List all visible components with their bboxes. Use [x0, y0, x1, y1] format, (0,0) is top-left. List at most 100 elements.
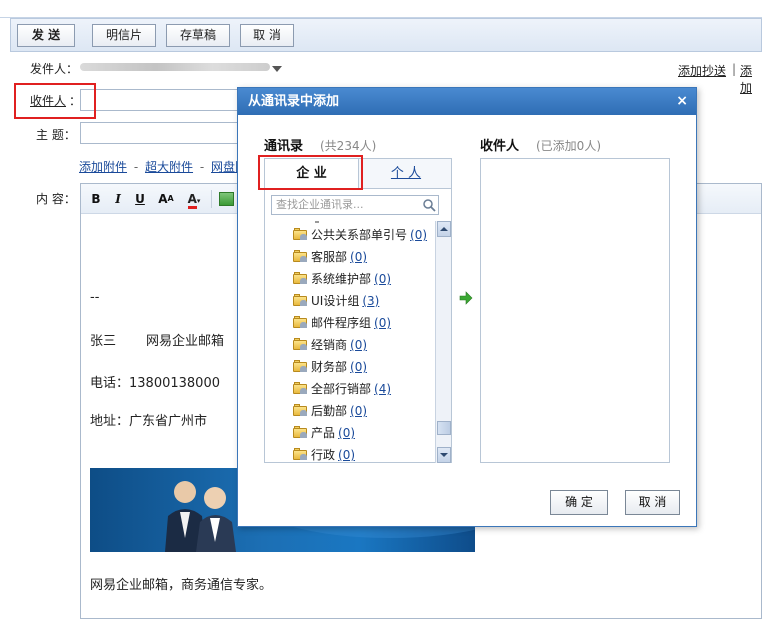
group-item[interactable]: 系统维护部 (0) [293, 269, 391, 289]
link-separator: | [732, 62, 737, 76]
group-count-link[interactable]: (0) [374, 316, 391, 330]
group-item[interactable]: 行政 (0) [293, 445, 355, 463]
group-folder-icon [293, 294, 307, 306]
recipients-list[interactable] [480, 158, 670, 463]
compose-toolbar: 发 送 明信片 存草稿 取 消 [10, 18, 762, 52]
group-folder-icon [293, 426, 307, 438]
signature-slogan: 网易企业邮箱，商务通信专家。 [90, 578, 273, 593]
subject-input[interactable] [80, 122, 240, 144]
group-count-link[interactable]: (0) [338, 448, 355, 462]
group-name: 全部行销部 [311, 382, 372, 396]
italic-button[interactable]: I [109, 191, 127, 207]
link-dash: - [199, 160, 205, 174]
subject-label: 主 题： [36, 128, 76, 142]
group-item[interactable]: 经销商 (0) [293, 335, 367, 355]
enterprise-tab-highlight-box [258, 155, 363, 190]
send-button[interactable]: 发 送 [17, 24, 75, 47]
contacts-count: (共234人) [320, 139, 377, 153]
group-name: 行政 [311, 448, 336, 462]
group-folder-icon [293, 316, 307, 328]
scroll-down-icon[interactable] [437, 447, 451, 463]
group-folder-icon [293, 250, 307, 262]
group-name: 公共关系部单引号 [311, 228, 408, 242]
group-folder-icon [293, 382, 307, 394]
toolbar-divider [211, 190, 212, 208]
large-attachment-link[interactable]: 超大附件 [145, 160, 193, 174]
bold-button[interactable]: B [87, 191, 105, 207]
signature-address: 地址：广东省广州市 [90, 414, 208, 429]
search-input[interactable]: 查找企业通讯录... [271, 195, 439, 215]
group-folder-icon [293, 228, 307, 240]
contacts-panel: 企 业 个 人 查找企业通讯录... 公共关系部单引号 (0) 客服部 (0) 系统维护… [264, 158, 452, 463]
top-strip [0, 0, 762, 18]
group-count-link[interactable]: (0) [410, 228, 427, 242]
scroll-thumb[interactable] [437, 421, 451, 435]
group-folder-icon [293, 448, 307, 460]
signature-dashes: -- [90, 290, 100, 305]
group-name: 财务部 [311, 360, 348, 374]
group-name: 邮件程序组 [311, 316, 372, 330]
signature-name: 张三 [90, 334, 117, 349]
dialog-title: 从通讯录中添加 [238, 88, 696, 115]
underline-button[interactable]: U [131, 191, 149, 207]
group-count-link[interactable]: (3) [362, 294, 379, 308]
group-name: 客服部 [311, 250, 348, 264]
group-item[interactable]: 公共关系部单引号 (0) [293, 225, 427, 245]
group-count-link[interactable]: (0) [338, 426, 355, 440]
sender-dropdown-icon[interactable] [272, 66, 282, 72]
add-more-link[interactable]: 添加 [740, 62, 762, 96]
recipients-title: 收件人 [480, 139, 520, 154]
tab-personal[interactable]: 个 人 [359, 159, 453, 189]
sender-label: 发件人： [30, 62, 79, 76]
tree-line [315, 221, 319, 223]
add-cc-link[interactable]: 添加抄送 [678, 62, 726, 79]
sender-address-blurred[interactable] [80, 63, 270, 71]
group-item[interactable]: 邮件程序组 (0) [293, 313, 391, 333]
group-name: 系统维护部 [311, 272, 372, 286]
recipient-input[interactable] [80, 89, 240, 111]
group-item[interactable]: 客服部 (0) [293, 247, 367, 267]
search-placeholder: 查找企业通讯录... [276, 198, 364, 211]
group-folder-icon [293, 360, 307, 372]
add-arrow-icon[interactable] [459, 291, 473, 305]
confirm-button[interactable]: 确 定 [550, 490, 608, 515]
group-item[interactable]: UI设计组 (3) [293, 291, 379, 311]
dialog-cancel-button[interactable]: 取 消 [625, 490, 680, 515]
group-folder-icon [293, 338, 307, 350]
group-item[interactable]: 财务部 (0) [293, 357, 367, 377]
link-dash: - [133, 160, 139, 174]
group-count-link[interactable]: (4) [374, 382, 391, 396]
signature-company: 网易企业邮箱 [146, 334, 225, 349]
close-icon[interactable]: × [676, 88, 688, 115]
attachment-links: 添加附件 - 超大附件 - 网盘附 [79, 158, 247, 175]
recipients-count: (已添加0人) [536, 139, 601, 153]
group-item[interactable]: 产品 (0) [293, 423, 355, 443]
group-name: 后勤部 [311, 404, 348, 418]
group-count-link[interactable]: (0) [350, 360, 367, 374]
group-item[interactable]: 全部行销部 (4) [293, 379, 391, 399]
add-attachment-link[interactable]: 添加附件 [79, 160, 127, 174]
save-draft-button[interactable]: 存草稿 [166, 24, 230, 47]
group-name: 经销商 [311, 338, 348, 352]
address-book-dialog: 从通讯录中添加 × 通讯录 (共234人) 收件人 (已添加0人) 企 业 个 … [237, 87, 697, 527]
group-list: 公共关系部单引号 (0) 客服部 (0) 系统维护部 (0) UI设计组 (3) 邮件程序组 (0… [265, 221, 435, 463]
search-icon[interactable] [422, 198, 436, 212]
group-count-link[interactable]: (0) [350, 404, 367, 418]
group-name: UI设计组 [311, 294, 360, 308]
group-list-scrollbar[interactable] [435, 221, 451, 463]
signature-phone: 电话：13800138000 [90, 376, 220, 391]
group-count-link[interactable]: (0) [350, 338, 367, 352]
group-count-link[interactable]: (0) [374, 272, 391, 286]
font-color-button[interactable]: A▾ [183, 191, 205, 209]
recipient-highlight-box [14, 83, 96, 119]
insert-image-icon[interactable] [219, 192, 234, 206]
font-size-button[interactable]: AA [155, 191, 177, 207]
group-name: 产品 [311, 426, 336, 440]
group-count-link[interactable]: (0) [350, 250, 367, 264]
group-item[interactable]: 后勤部 (0) [293, 401, 367, 421]
postcard-button[interactable]: 明信片 [92, 24, 156, 47]
group-folder-icon [293, 272, 307, 284]
scroll-up-icon[interactable] [437, 221, 451, 237]
group-folder-icon [293, 404, 307, 416]
cancel-button[interactable]: 取 消 [240, 24, 294, 47]
